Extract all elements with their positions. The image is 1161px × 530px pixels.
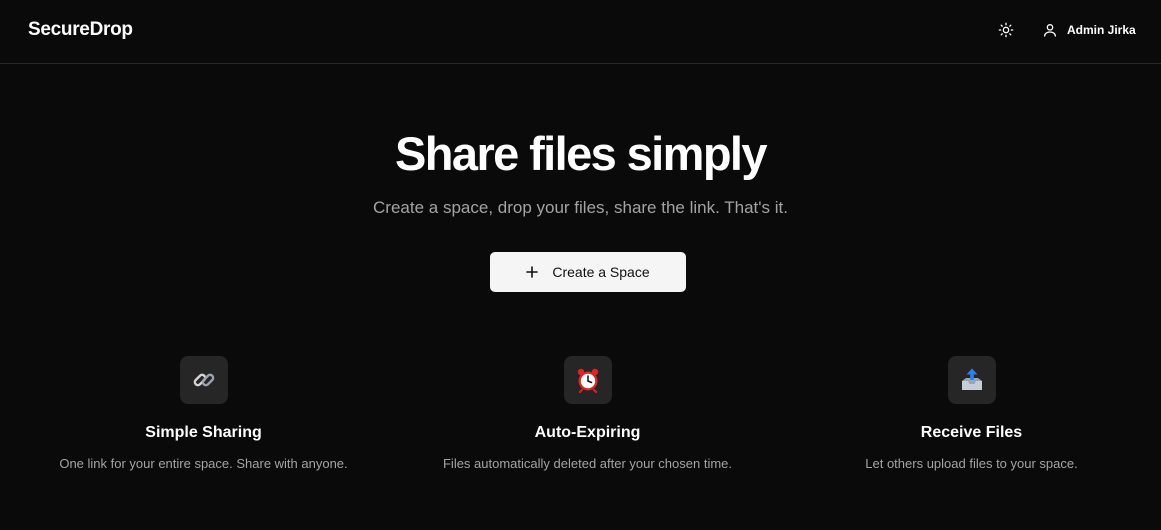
sun-icon [998, 22, 1014, 38]
create-space-button[interactable]: Create a Space [490, 252, 686, 292]
feature-title: Simple Sharing [145, 424, 262, 441]
feature-description: One link for your entire space. Share wi… [59, 456, 348, 471]
feature-icon-tile [179, 356, 228, 404]
top-nav-bar: SecureDrop Admin Jirka [0, 0, 1161, 64]
link-icon [193, 373, 214, 387]
feature-icon-tile [563, 356, 612, 404]
user-icon [1044, 24, 1056, 37]
hero-subtitle: Create a space, drop your files, share t… [373, 198, 788, 217]
brand-logo[interactable]: SecureDrop [28, 19, 133, 41]
plus-icon [526, 266, 539, 278]
feature-receive-files: Receive Files Let others upload files to… [778, 356, 1161, 471]
alarm-clock-icon [577, 368, 598, 393]
feature-icon-tile [947, 356, 996, 404]
hero-title: Share files simply [395, 127, 767, 180]
feature-simple-sharing: Simple Sharing One link for your entire … [10, 356, 397, 471]
user-name: Admin Jirka [1067, 23, 1136, 37]
create-space-label: Create a Space [552, 264, 650, 280]
feature-auto-expiring: Auto-Expiring Files automatically delete… [394, 356, 781, 471]
feature-description: Let others upload files to your space. [865, 456, 1078, 471]
feature-title: Auto-Expiring [534, 424, 641, 441]
theme-toggle-button[interactable] [994, 18, 1018, 42]
outbox-tray-icon [961, 368, 982, 390]
feature-title: Receive Files [920, 424, 1023, 441]
feature-description: Files automatically deleted after your c… [442, 456, 733, 471]
user-menu-button[interactable]: Admin Jirka [1042, 18, 1136, 42]
